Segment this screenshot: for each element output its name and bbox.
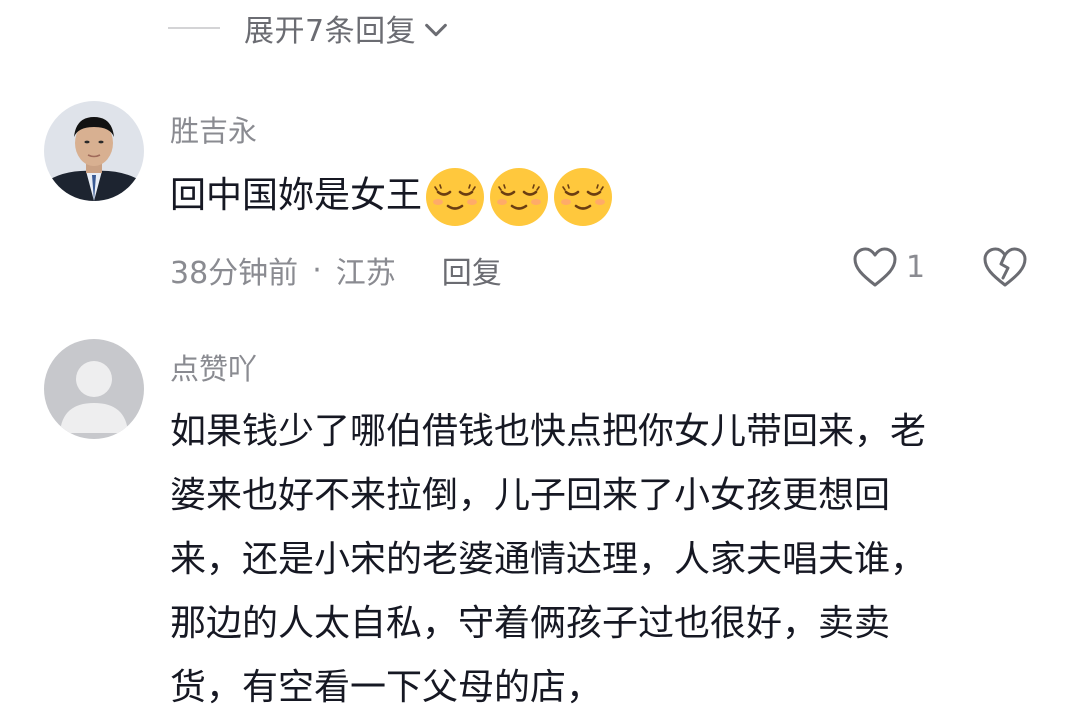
smiling-closed-eyes-emoji-icon — [424, 166, 486, 228]
reply-button[interactable]: 回复 — [442, 248, 502, 292]
avatar[interactable] — [44, 101, 144, 201]
comment-username[interactable]: 点赞吖 — [170, 346, 257, 388]
dislike-button[interactable] — [982, 246, 1028, 292]
broken-heart-icon — [983, 247, 1027, 287]
chevron-down-icon — [425, 23, 447, 37]
expand-replies-button[interactable]: 展开7条回复 — [168, 8, 450, 49]
smiling-closed-eyes-emoji-icon — [488, 166, 550, 228]
heart-icon — [853, 247, 897, 287]
comment-time: 38分钟前 — [170, 256, 299, 291]
expand-replies-label: 展开7条回复 — [244, 14, 417, 49]
comment-line: 货，有空看一下父母的店， — [170, 667, 603, 708]
meta-separator: · — [312, 252, 322, 288]
smiling-closed-eyes-emoji-icon — [552, 166, 614, 228]
comment-line: 婆来也好不来拉倒，儿子回来了小女孩更想回 — [170, 475, 891, 516]
comment-line: 如果钱少了哪伯借钱也快点把你女儿带回来，老 — [170, 411, 927, 452]
comment-location: 江苏 — [335, 256, 396, 291]
avatar[interactable] — [44, 339, 144, 439]
comment-body: 回中国妳是女王 — [170, 175, 423, 216]
comment-username[interactable]: 胜吉永 — [170, 108, 257, 150]
comment-meta: 38分钟前 · 江苏 回复 — [170, 248, 502, 292]
like-count: 1 — [906, 249, 926, 285]
comment-text: 回中国妳是女王 — [170, 164, 614, 228]
comment-line: 来，还是小宋的老婆通情达理，人家夫唱夫谁， — [170, 539, 927, 580]
comment-text: 如果钱少了哪伯借钱也快点把你女儿带回来，老 婆来也好不来拉倒，儿子回来了小女孩更… — [170, 400, 926, 720]
comment-line: 那边的人太自私，守着俩孩子过也很好，卖卖 — [170, 603, 891, 644]
divider-line — [168, 27, 220, 29]
like-button[interactable]: 1 — [852, 246, 925, 288]
